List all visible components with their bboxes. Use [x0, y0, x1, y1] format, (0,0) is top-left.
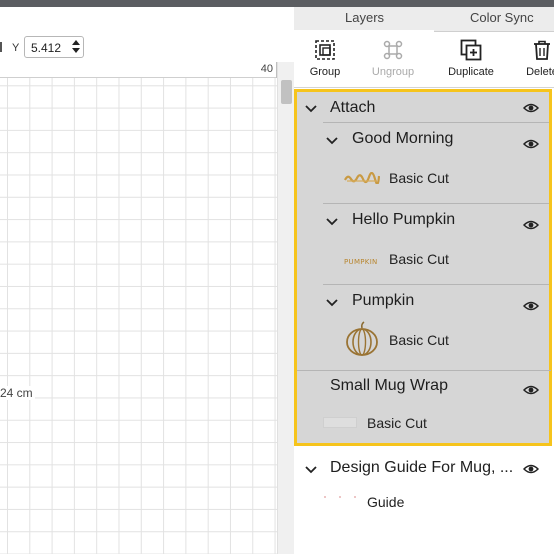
mug-wrap-thumbnail: [323, 417, 357, 428]
chevron-down-icon[interactable]: [305, 465, 317, 475]
item-label: Basic Cut: [367, 415, 427, 431]
layer-title-hello-pumpkin: Hello Pumpkin: [352, 211, 456, 228]
item-label: Basic Cut: [389, 251, 449, 267]
divider: [297, 370, 551, 371]
good-morning-thumbnail: [344, 172, 380, 184]
duplicate-button[interactable]: Duplicate: [436, 32, 506, 88]
design-canvas[interactable]: [0, 62, 277, 554]
layer-title-attach: Attach: [330, 99, 376, 116]
layer-actions: Group Ungroup Duplicate Delet: [294, 32, 554, 88]
chevron-down-icon[interactable]: [326, 217, 338, 227]
panel-tabs: Layers Color Sync: [294, 7, 554, 32]
eye-icon[interactable]: [523, 138, 539, 150]
top-ruler: 40: [0, 62, 277, 78]
guide-thumbnail: [324, 496, 356, 498]
layer-title-design-guide: Design Guide For Mug, ...: [330, 459, 514, 476]
divider: [323, 122, 549, 123]
delete-button[interactable]: Delete: [507, 32, 554, 88]
dimension-label: 24 cm: [0, 386, 35, 400]
chevron-down-icon[interactable]: [305, 104, 317, 114]
group-label: Group: [309, 66, 341, 78]
ungroup-icon: [383, 40, 403, 60]
canvas-scrollbar[interactable]: [277, 62, 294, 554]
group-button[interactable]: Group: [290, 32, 360, 88]
layer-design-guide[interactable]: Design Guide For Mug, ... Guide: [294, 452, 554, 532]
group-icon: [315, 40, 335, 60]
eye-icon[interactable]: [523, 300, 539, 312]
layer-small-mug-wrap[interactable]: Small Mug Wrap Basic Cut: [294, 372, 554, 448]
duplicate-icon: [460, 39, 482, 61]
ungroup-label: Ungroup: [371, 66, 415, 78]
divider: [323, 203, 549, 204]
layer-good-morning[interactable]: Good Morning Basic Cut: [294, 124, 554, 204]
duplicate-label: Duplicate: [448, 66, 494, 78]
chevron-down-icon[interactable]: [326, 136, 338, 146]
layer-hello-pumpkin[interactable]: Hello Pumpkin PUMPKIN Basic Cut: [294, 205, 554, 285]
eye-icon[interactable]: [523, 384, 539, 396]
pumpkin-text-thumbnail: PUMPKIN: [344, 258, 378, 266]
delete-label: Delete: [526, 66, 554, 78]
pumpkin-thumbnail: [346, 321, 378, 356]
item-label: Basic Cut: [389, 170, 449, 186]
item-label: Basic Cut: [389, 332, 449, 348]
layer-title-pumpkin: Pumpkin: [352, 292, 415, 309]
item-label: Guide: [367, 494, 405, 510]
layer-pumpkin[interactable]: Pumpkin Basic Cut: [294, 286, 554, 370]
x-field-edge: [0, 42, 2, 52]
top-bar: [0, 0, 554, 7]
divider: [323, 284, 549, 285]
layer-title-good-morning: Good Morning: [352, 130, 454, 147]
y-label: Y: [12, 42, 20, 54]
eye-icon[interactable]: [523, 219, 539, 231]
y-stepper[interactable]: [72, 39, 80, 55]
layers-panel: Layers Color Sync Group Ungroup Duplicat…: [294, 7, 554, 554]
stepper-down-icon[interactable]: [72, 48, 80, 53]
eye-icon[interactable]: [523, 463, 539, 475]
ungroup-button[interactable]: Ungroup: [358, 32, 428, 88]
layer-title-small-mug-wrap: Small Mug Wrap: [330, 377, 448, 394]
chevron-down-icon[interactable]: [326, 298, 338, 308]
position-toolbar: Y 5.412: [0, 7, 294, 65]
y-value[interactable]: 5.412: [31, 41, 61, 55]
eye-icon[interactable]: [523, 102, 539, 114]
tab-layers[interactable]: Layers: [345, 10, 384, 25]
tab-color-sync[interactable]: Color Sync: [470, 10, 534, 25]
layer-group-attach[interactable]: Attach: [294, 92, 554, 124]
layers-list: Attach Good Morning Basic Cut Hello Pump…: [294, 88, 554, 554]
ruler-number: 40: [260, 63, 273, 75]
stepper-up-icon[interactable]: [72, 40, 80, 45]
y-position-input[interactable]: 5.412: [24, 36, 84, 58]
trash-icon: [534, 40, 550, 60]
